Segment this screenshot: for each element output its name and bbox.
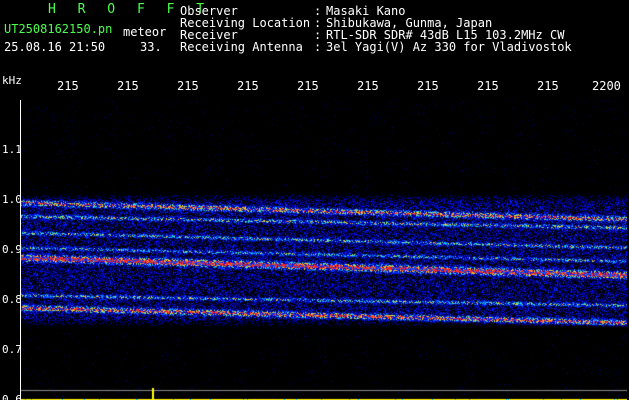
x-tick-label: 215 — [477, 79, 499, 93]
filename-label: UT2508162150.pn — [4, 22, 113, 36]
antenna-value: 3el Yagi(V) Az 330 for Vladivostok — [326, 40, 572, 54]
x-tick-label: 215 — [417, 79, 439, 93]
info-colon: : — [314, 40, 322, 54]
count-label: 33. — [140, 40, 162, 54]
spectrogram-plot — [20, 100, 627, 400]
x-tick-label: 215 — [57, 79, 79, 93]
x-tick-label: 215 — [117, 79, 139, 93]
x-tick-label: 215 — [297, 79, 319, 93]
hrofft-window: H R O F F T UT2508162150.pn meteor 25.08… — [0, 0, 629, 400]
y-tick-label: 1.0 — [2, 193, 22, 206]
x-tick-label: 215 — [177, 79, 199, 93]
y-tick-label: 0.7 — [2, 343, 22, 356]
y-tick-label: 0.9 — [2, 243, 22, 256]
x-tick-label: 215 — [357, 79, 379, 93]
subtitle-label: meteor — [123, 25, 167, 39]
x-tick-label: 2200 — [592, 79, 621, 93]
datetime-label: 25.08.16 21:50 — [4, 40, 106, 54]
y-axis-line — [20, 100, 21, 400]
y-tick-label: 0.6 — [2, 393, 22, 400]
y-tick-label: 1.1 — [2, 143, 22, 156]
y-axis-unit: kHz — [2, 74, 22, 87]
x-tick-label: 215 — [237, 79, 259, 93]
y-tick-label: 0.8 — [2, 293, 22, 306]
x-tick-label: 215 — [537, 79, 559, 93]
spectrogram-canvas — [20, 100, 627, 400]
antenna-label: Receiving Antenna — [180, 40, 303, 54]
